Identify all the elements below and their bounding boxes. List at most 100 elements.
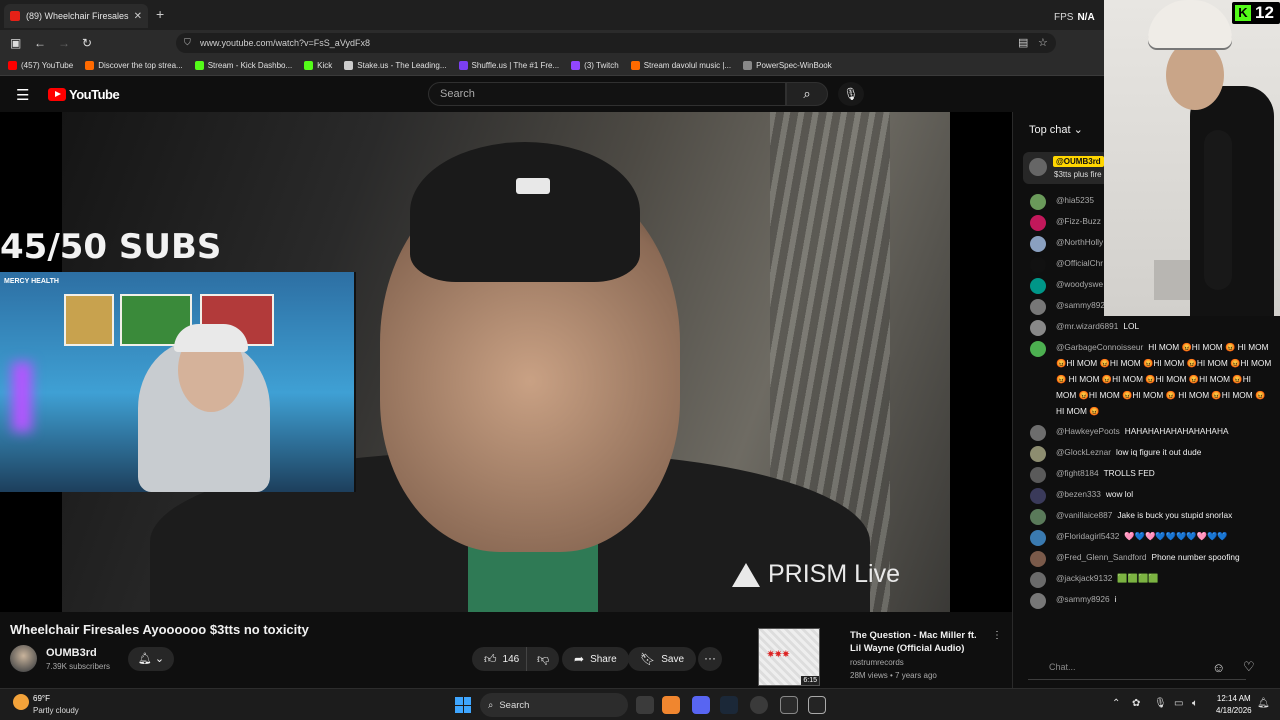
chat-author[interactable]: @bezen333 — [1056, 489, 1101, 499]
volume-icon[interactable]: 🔈︎ — [1192, 698, 1198, 709]
chat-author[interactable]: @hia5235 — [1056, 195, 1094, 205]
microphone-icon[interactable]: 🎙︎ — [1154, 698, 1167, 709]
chat-author[interactable]: @vanillaice887 — [1056, 510, 1112, 520]
voice-search-button[interactable]: 🎙 — [838, 82, 864, 106]
steam-icon[interactable] — [720, 696, 738, 714]
new-tab-button[interactable]: + — [156, 6, 164, 22]
task-view-icon[interactable] — [636, 696, 654, 714]
chat-message[interactable]: @vanillaice887 Jake is buck you stupid sn… — [1013, 505, 1280, 526]
like-button[interactable]: 👍︎ 146 — [472, 647, 530, 671]
chat-author[interactable]: @GarbageConnoisseur — [1056, 342, 1143, 352]
chat-author[interactable]: @jackjack9132 — [1056, 573, 1112, 583]
chat-message[interactable]: @sammy8926 i — [1013, 589, 1280, 610]
bookmark-label: PowerSpec-WinBook — [756, 61, 832, 70]
avatar — [1030, 299, 1046, 315]
channel-name[interactable]: OUMB3rd — [46, 647, 97, 659]
avatar — [1030, 488, 1046, 504]
dislike-button[interactable]: 👎︎ — [526, 647, 560, 671]
chat-author[interactable]: @sammy8926 — [1056, 300, 1110, 310]
ellipsis-icon: ··· — [704, 651, 716, 665]
chat-author[interactable]: @Floridagirl5432 — [1056, 531, 1119, 541]
system-clock[interactable]: 12:14 AM 4/18/2026 — [1216, 693, 1252, 717]
save-button[interactable]: 🔖︎ Save — [628, 647, 697, 671]
reload-icon[interactable]: ↻ — [82, 36, 92, 50]
chat-author[interactable]: @Fred_Glenn_Sandford — [1056, 552, 1147, 562]
cap-logo — [516, 178, 550, 194]
bookmarks-bar: (457) YouTube Discover the top strea... St… — [0, 56, 1104, 76]
chat-message[interactable]: @Fred_Glenn_Sandford Phone number spoofin… — [1013, 547, 1280, 568]
reader-mode-icon[interactable]: ▤ — [1018, 36, 1028, 49]
tray-overflow-icon[interactable]: ⌃ — [1112, 698, 1120, 709]
weather-description[interactable]: Partly cloudy — [33, 706, 79, 715]
chat-author[interactable]: @HawkeyePoots — [1056, 426, 1120, 436]
forward-icon[interactable]: → — [58, 36, 70, 50]
thumbnail-art: ✷✷✷ — [767, 649, 790, 659]
recommended-thumbnail[interactable]: ✷✷✷ 6:15 — [758, 628, 820, 686]
fps-label: FPS — [1054, 12, 1074, 23]
chat-author[interactable]: @sammy8926 — [1056, 594, 1110, 604]
bookmark-favicon-icon — [458, 61, 468, 70]
bookmark-star-icon[interactable]: ☆ — [1038, 36, 1048, 49]
site-info-icon[interactable]: ⛉ — [184, 37, 191, 48]
chat-author[interactable]: @GlockLeznar — [1056, 447, 1111, 457]
app-icon[interactable] — [808, 696, 826, 714]
chat-message[interactable]: @jackjack9132 🟩🟩🟩🟩 — [1013, 568, 1280, 589]
kick-logo-icon: K — [1235, 5, 1251, 21]
bookmark-item[interactable]: Kick — [304, 61, 332, 70]
bookmark-item[interactable]: PowerSpec-WinBook — [743, 61, 832, 70]
sidebar-toggle-icon[interactable]: ▣ — [10, 36, 21, 50]
obs-icon[interactable] — [750, 696, 768, 714]
chat-mode-selector[interactable]: Top chat ⌄ — [1029, 123, 1083, 136]
share-button[interactable]: ➦ Share — [562, 647, 629, 671]
chat-message[interactable]: @Floridagirl5432 🩷💙🩷💙💙💙💙🩷💙💙 — [1013, 526, 1280, 547]
menu-icon[interactable]: ☰ — [16, 86, 29, 104]
chat-author[interactable]: @OfficialChr — [1056, 258, 1103, 268]
recommended-menu-icon[interactable]: ⋮ — [992, 630, 1002, 641]
heart-icon[interactable]: ♡ — [1243, 659, 1255, 675]
chat-message[interactable]: @fight8184 TROLLS FED — [1013, 463, 1280, 484]
bookmark-item[interactable]: (3) Twitch — [571, 61, 619, 70]
firefox-icon[interactable] — [662, 696, 680, 714]
emoji-icon[interactable]: ☺ — [1212, 660, 1225, 675]
chat-message[interactable]: @mr.wizard6891 LOL — [1013, 316, 1280, 337]
discord-icon[interactable] — [692, 696, 710, 714]
search-button[interactable]: ⌕ — [786, 82, 828, 106]
notification-bell-button[interactable]: 🔔︎ ⌄ — [128, 647, 174, 671]
chat-message[interactable]: @GarbageConnoisseur HI MOM 😡HI MOM 😡 HI M… — [1013, 337, 1280, 421]
recommended-title[interactable]: The Question - Mac Miller ft. Lil Wayne … — [850, 629, 990, 655]
chat-author[interactable]: @Fizz-Buzz — [1056, 216, 1101, 226]
epic-games-icon[interactable] — [780, 696, 798, 714]
tray-app-icon[interactable]: ✿ — [1132, 698, 1140, 709]
notification-icon[interactable]: 🔔︎ — [1257, 698, 1270, 709]
weather-temperature[interactable]: 69°F — [33, 694, 50, 703]
microphone-icon: 🎙 — [843, 87, 859, 101]
chat-author[interactable]: @mr.wizard6891 — [1056, 321, 1118, 331]
bookmark-item[interactable]: Stream davolul music |... — [630, 61, 731, 70]
start-button[interactable] — [455, 697, 471, 713]
network-icon[interactable]: ▭ — [1174, 698, 1183, 709]
bookmark-item[interactable]: Discover the top strea... — [85, 61, 183, 70]
search-input[interactable]: Search — [428, 82, 786, 106]
video-player[interactable]: 45/50 SUBS MERCY HEALTH PRISM Live — [0, 112, 1012, 612]
bookmark-item[interactable]: (457) YouTube — [8, 61, 73, 70]
weather-icon[interactable] — [13, 694, 29, 710]
youtube-logo[interactable]: YouTube — [48, 87, 120, 102]
bookmark-label: (3) Twitch — [584, 61, 619, 70]
bookmark-item[interactable]: Shuffle.us | The #1 Fre... — [458, 61, 559, 70]
recommended-channel[interactable]: rostrumrecords — [850, 658, 904, 667]
back-icon[interactable]: ← — [34, 36, 46, 50]
chat-message[interactable]: @bezen333 wow lol — [1013, 484, 1280, 505]
close-tab-icon[interactable]: ✕ — [134, 11, 142, 22]
chat-author[interactable]: @woodyswe — [1056, 279, 1103, 289]
chat-author[interactable]: @fight8184 — [1056, 468, 1099, 478]
more-actions-button[interactable]: ··· — [698, 647, 722, 671]
channel-avatar[interactable] — [10, 645, 37, 672]
taskbar-search[interactable]: ⌕ Search — [480, 693, 628, 717]
browser-tab[interactable]: (89) Wheelchair Firesales A ✕ — [4, 4, 148, 28]
bookmark-item[interactable]: Stream - Kick Dashbo... — [194, 61, 292, 70]
chat-author[interactable]: @NorthHolly — [1056, 237, 1103, 247]
url-field[interactable]: ⛉ www.youtube.com/watch?v=FsS_aVydFx8 — [176, 33, 1056, 53]
chat-message[interactable]: @HawkeyePoots HAHAHAHAHAHAHAHAHA — [1013, 421, 1280, 442]
bookmark-item[interactable]: Stake.us - The Leading... — [344, 61, 447, 70]
chat-message[interactable]: @GlockLeznar low iq figure it out dude — [1013, 442, 1280, 463]
